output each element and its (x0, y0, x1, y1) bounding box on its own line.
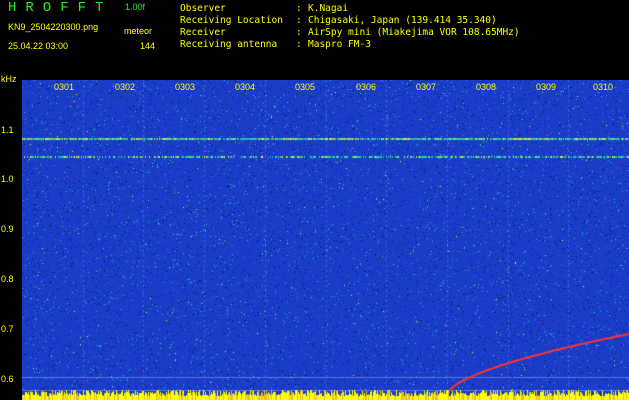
info-row-observer: Observer: K.Nagai (180, 3, 349, 14)
x-tick-label: 0301 (54, 82, 75, 92)
x-tick-label: 0302 (115, 82, 136, 92)
waterfall-spectrogram (22, 80, 629, 400)
meteor-count: 144 (140, 41, 156, 51)
x-tick-label: 0306 (356, 82, 377, 92)
y-tick-label: 1.0 (1, 174, 14, 184)
file-name: KN9_2504220300.png (8, 22, 99, 32)
x-tick-label: 0304 (235, 82, 256, 92)
app-version: 1.00f (125, 2, 146, 12)
info-row-antenna: Receiving antenna: Maspro FM-3 (180, 39, 371, 50)
header-panel: HROFFT 1.00f KN9_2504220300.png meteor 2… (0, 0, 629, 78)
info-row-location: Receiving Location: Chigasaki, Japan (139… (180, 15, 497, 26)
y-tick-label: 0.9 (1, 224, 14, 234)
datetime: 25.04.22 03:00 (8, 41, 69, 51)
y-tick-label: 0.7 (1, 324, 14, 334)
x-tick-label: 0310 (593, 82, 614, 92)
x-tick-label: 0305 (295, 82, 316, 92)
y-tick-label: 0.8 (1, 274, 14, 284)
x-tick-label: 0309 (536, 82, 557, 92)
info-row-receiver: Receiver: AirSpy mini (Miakejima VOR 108.… (180, 27, 520, 38)
station-info: Observer: K.Nagai Receiving Location: Chig… (180, 3, 520, 51)
app-title: HROFFT (8, 0, 113, 16)
y-tick-label: 1.1 (1, 125, 14, 135)
x-tick-label: 0308 (476, 82, 497, 92)
x-tick-label: 0303 (175, 82, 196, 92)
y-tick-label: 0.6 (1, 374, 14, 384)
y-axis-label: kHz (1, 74, 17, 84)
x-tick-label: 0307 (416, 82, 437, 92)
meteor-label: meteor (124, 26, 153, 36)
